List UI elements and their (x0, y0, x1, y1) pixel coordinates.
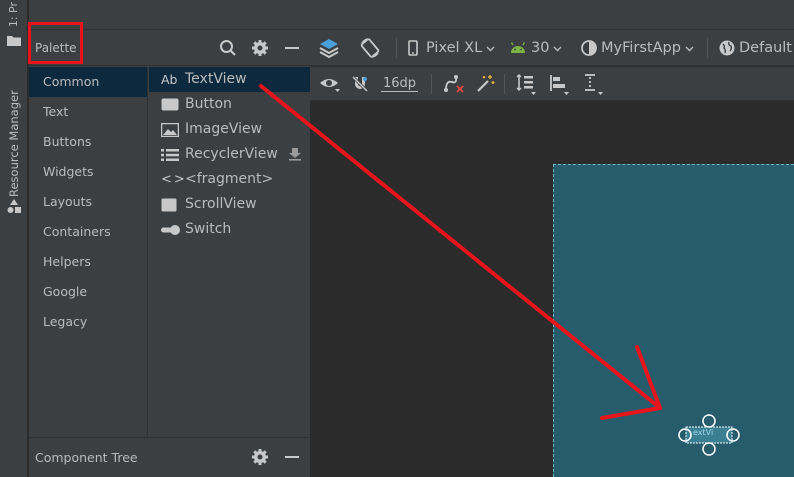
left-tool-strip: 1: Pr Resource Manager (0, 0, 28, 477)
widget-label: RecyclerView (185, 146, 278, 162)
magic-wand-icon (477, 75, 495, 92)
toolbar-separator (396, 38, 397, 58)
palette-widget-list: Ab TextView Button ImageView RecyclerVie… (149, 67, 310, 437)
category-helpers[interactable]: Helpers (29, 247, 147, 277)
design-toolbar: Pixel XL 30 MyFirstApp Default (310, 30, 794, 66)
rotate-device-icon (360, 38, 380, 58)
scrollview-icon (161, 196, 181, 213)
download-icon[interactable] (288, 147, 302, 161)
category-widgets[interactable]: Widgets (29, 157, 147, 187)
clear-constraints-button[interactable] (443, 67, 465, 101)
component-tree-header: Component Tree (29, 437, 310, 477)
minimize-icon[interactable] (282, 38, 302, 58)
theme-label: MyFirstApp (601, 40, 681, 56)
imageview-icon (161, 121, 181, 138)
layers-icon (319, 39, 339, 59)
category-layouts[interactable]: Layouts (29, 187, 147, 217)
theme-icon (581, 40, 597, 56)
magnet-off-icon (351, 75, 369, 93)
globe-icon (719, 40, 735, 56)
widget-label: ImageView (185, 121, 263, 137)
chevron-down-icon (685, 46, 694, 51)
locale-label: Default (739, 40, 792, 56)
device-label: Pixel XL (426, 40, 483, 56)
palette-panel: Palette Common Text Buttons Widgets Layo… (28, 22, 310, 437)
constraint-toolbar: 16dp (310, 67, 794, 101)
eye-icon (320, 79, 340, 92)
folder-icon[interactable] (7, 35, 21, 46)
palette-highlight-box (28, 22, 83, 64)
resource-manager-tab[interactable]: Resource Manager (7, 82, 21, 197)
infer-constraints-button[interactable] (475, 67, 495, 101)
autoconnect-toggle[interactable] (351, 67, 369, 101)
category-common[interactable]: Common (29, 67, 147, 97)
category-text[interactable]: Text (29, 97, 147, 127)
api-level-selector[interactable]: 30 (509, 30, 562, 66)
widget-button[interactable]: Button (149, 92, 310, 117)
layers-button[interactable] (318, 30, 340, 66)
category-legacy[interactable]: Legacy (29, 307, 147, 337)
category-buttons[interactable]: Buttons (29, 127, 147, 157)
palette-header: Palette (28, 22, 310, 66)
minimize-icon[interactable] (282, 447, 302, 467)
widget-label: ScrollView (185, 196, 257, 212)
widget-label: Switch (185, 221, 232, 237)
pack-button[interactable] (515, 67, 537, 101)
gear-icon[interactable] (250, 447, 270, 467)
textview-preview-text: extVi (693, 428, 714, 437)
device-selector[interactable]: Pixel XL (408, 30, 495, 66)
widget-textview[interactable]: Ab TextView (149, 67, 310, 92)
search-icon[interactable] (218, 38, 238, 58)
widget-recyclerview[interactable]: RecyclerView (149, 142, 310, 167)
guideline-icon (585, 74, 603, 95)
recyclerview-icon (161, 146, 181, 163)
android-icon (510, 42, 526, 53)
widget-label: Button (185, 96, 232, 112)
project-tab-label[interactable]: 1: Pr (7, 2, 20, 27)
clear-constraints-icon (444, 75, 464, 93)
android-studio-layout-editor: 1: Pr Resource Manager Palette Common Te… (0, 0, 794, 477)
view-options-button[interactable] (319, 67, 341, 101)
toolbar-separator (707, 38, 708, 58)
phone-icon (408, 40, 418, 56)
gear-icon[interactable] (250, 38, 270, 58)
chevron-down-icon (486, 46, 495, 51)
widget-label: TextView (185, 71, 247, 87)
component-tree-title: Component Tree (35, 450, 138, 465)
switch-icon (161, 221, 181, 238)
button-icon (161, 96, 181, 113)
api-level-label: 30 (531, 40, 550, 56)
palette-categories: Common Text Buttons Widgets Layouts Cont… (29, 67, 148, 437)
locale-selector[interactable]: Default (718, 30, 792, 66)
resource-shapes-icon (7, 199, 21, 213)
widget-imageview[interactable]: ImageView (149, 117, 310, 142)
chevron-down-icon (553, 46, 562, 51)
widget-switch[interactable]: Switch (149, 217, 310, 242)
orientation-button[interactable] (359, 30, 381, 66)
fragment-icon: <> (161, 172, 187, 187)
widget-fragment[interactable]: <> <fragment> (149, 167, 310, 192)
pack-icon (516, 74, 536, 95)
widget-scrollview[interactable]: ScrollView (149, 192, 310, 217)
guidelines-button[interactable] (582, 67, 604, 101)
category-google[interactable]: Google (29, 277, 147, 307)
align-button[interactable] (548, 67, 570, 101)
top-title-strip (29, 0, 794, 30)
margin-value: 16dp (381, 76, 419, 92)
device-preview-screen[interactable] (553, 164, 794, 477)
widget-label: <fragment> (185, 171, 274, 187)
toolbar-separator (431, 74, 432, 94)
category-containers[interactable]: Containers (29, 217, 147, 247)
default-margin-selector[interactable]: 16dp (381, 67, 419, 101)
theme-selector[interactable]: MyFirstApp (580, 30, 694, 66)
textview-icon: Ab (161, 72, 178, 87)
align-left-icon (550, 75, 569, 95)
toolbar-separator (504, 74, 505, 94)
